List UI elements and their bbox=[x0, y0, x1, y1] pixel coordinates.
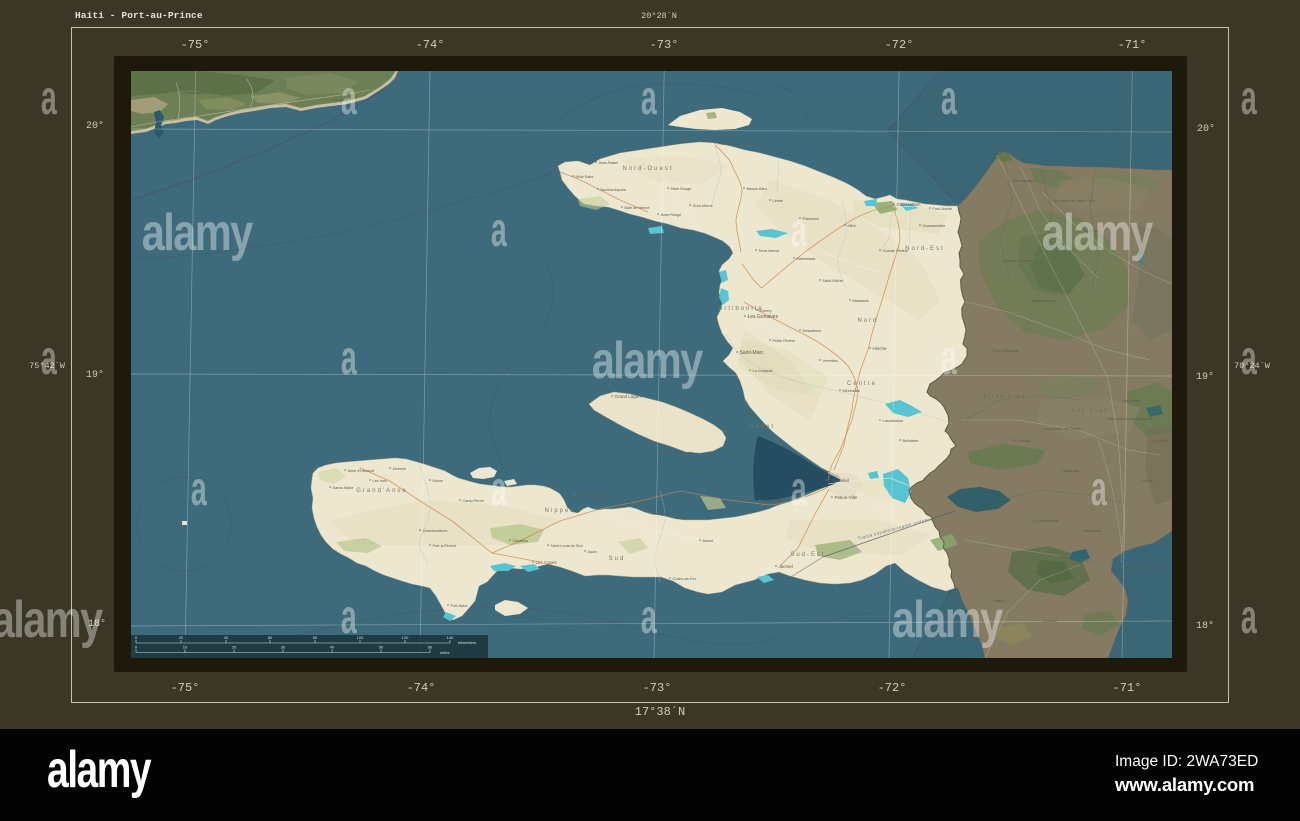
svg-text:Lascahobas: Lascahobas bbox=[883, 419, 904, 423]
svg-text:Los Rios: Los Rios bbox=[1153, 439, 1168, 443]
svg-text:miles: miles bbox=[440, 650, 449, 655]
svg-text:Santa Cruz de Barahona: Santa Cruz de Barahona bbox=[1125, 564, 1170, 569]
svg-text:Neiba: Neiba bbox=[1143, 479, 1154, 483]
svg-text:Dame-Marie: Dame-Marie bbox=[333, 486, 354, 490]
svg-text:La Chapelle: La Chapelle bbox=[753, 369, 773, 373]
svg-text:Belladere: Belladere bbox=[903, 439, 919, 443]
svg-text:Las Matas: Las Matas bbox=[1123, 399, 1141, 403]
svg-text:Anse Rouge: Anse Rouge bbox=[661, 213, 682, 217]
svg-text:120: 120 bbox=[402, 635, 409, 640]
svg-text:Jacmel: Jacmel bbox=[779, 564, 793, 569]
svg-text:Marmelade: Marmelade bbox=[797, 257, 816, 261]
svg-text:Bassin-Bleu: Bassin-Bleu bbox=[747, 187, 767, 191]
svg-text:Juancho: Juancho bbox=[1043, 619, 1057, 623]
svg-text:Cap-Haïtien: Cap-Haïtien bbox=[897, 202, 922, 207]
svg-text:Côtes-de-Fer: Côtes-de-Fer bbox=[673, 576, 697, 581]
svg-text:Les Irois: Les Irois bbox=[373, 479, 387, 483]
svg-text:10: 10 bbox=[183, 645, 188, 650]
svg-text:Gros-Morne: Gros-Morne bbox=[693, 204, 713, 208]
svg-text:Saint-Marc: Saint-Marc bbox=[740, 350, 765, 356]
svg-text:Léogâne: Léogâne bbox=[763, 498, 781, 503]
svg-text:La Descubierta: La Descubierta bbox=[1033, 519, 1059, 523]
svg-text:Port-à-Piment: Port-à-Piment bbox=[433, 544, 457, 548]
svg-text:Sud: Sud bbox=[609, 556, 626, 562]
svg-text:San Juan: San Juan bbox=[1071, 408, 1108, 414]
svg-text:Pointe-à-Raquette: Pointe-à-Raquette bbox=[661, 450, 694, 455]
svg-text:Anse d'Hainault: Anse d'Hainault bbox=[348, 469, 375, 473]
svg-text:kilometers: kilometers bbox=[458, 640, 476, 645]
svg-text:Les Gonaives: Les Gonaives bbox=[748, 314, 779, 320]
svg-text:Vallejuelo: Vallejuelo bbox=[1063, 469, 1079, 473]
svg-text:Nord-Est: Nord-Est bbox=[905, 246, 945, 252]
svg-text:Port-de-Paix: Port-de-Paix bbox=[718, 141, 744, 146]
svg-text:Aquin: Aquin bbox=[588, 550, 597, 554]
svg-text:Saint-Louis du Sud: Saint-Louis du Sud bbox=[551, 544, 583, 548]
svg-text:Mirebalais: Mirebalais bbox=[843, 389, 860, 393]
svg-text:Las Matas de Santa Cruz: Las Matas de Santa Cruz bbox=[1053, 199, 1096, 203]
svg-text:140: 140 bbox=[447, 635, 454, 640]
svg-text:Baie de Henne: Baie de Henne bbox=[625, 206, 650, 210]
svg-text:Hinche: Hinche bbox=[873, 346, 888, 351]
svg-text:Centre: Centre bbox=[847, 381, 877, 387]
svg-text:Saint-Michel: Saint-Michel bbox=[823, 279, 844, 283]
svg-text:Nord: Nord bbox=[857, 318, 878, 324]
svg-text:50: 50 bbox=[379, 645, 384, 650]
svg-text:El Cercado: El Cercado bbox=[1013, 439, 1032, 443]
svg-text:Verrettes: Verrettes bbox=[823, 359, 838, 363]
svg-text:Moron: Moron bbox=[433, 479, 444, 483]
svg-text:Terre-Neuve: Terre-Neuve bbox=[759, 249, 780, 253]
svg-text:Villa Vasquez: Villa Vasquez bbox=[1013, 179, 1036, 183]
svg-text:40: 40 bbox=[224, 635, 229, 640]
svg-text:Les Cayes: Les Cayes bbox=[536, 560, 558, 565]
svg-text:Maissade: Maissade bbox=[853, 299, 869, 303]
svg-text:40: 40 bbox=[330, 645, 335, 650]
svg-text:Jean-Rabel: Jean-Rabel bbox=[599, 161, 619, 165]
svg-text:Nord-Ouest: Nord-Ouest bbox=[622, 166, 673, 172]
svg-text:100: 100 bbox=[357, 635, 364, 640]
svg-text:Artibonite: Artibonite bbox=[718, 306, 763, 312]
svg-text:Dessalines: Dessalines bbox=[803, 329, 822, 333]
svg-text:Cité Soleil: Cité Soleil bbox=[829, 478, 849, 483]
svg-text:Restauracion: Restauracion bbox=[1033, 299, 1055, 303]
svg-text:Petite Rivière: Petite Rivière bbox=[773, 339, 796, 343]
svg-text:Guantánamo: Guantánamo bbox=[183, 90, 207, 95]
svg-text:Môle Saint: Môle Saint bbox=[576, 175, 595, 179]
svg-text:Petit-Trou de Nippes: Petit-Trou de Nippes bbox=[578, 494, 613, 498]
svg-text:Bombardopolis: Bombardopolis bbox=[601, 188, 626, 192]
svg-text:Fort-Liberté: Fort-Liberté bbox=[933, 207, 953, 211]
svg-text:Grande Rivière: Grande Rivière bbox=[883, 249, 909, 253]
svg-text:Ennery: Ennery bbox=[760, 309, 772, 313]
svg-text:Ouanaminthe: Ouanaminthe bbox=[923, 224, 946, 228]
svg-text:Cavaillon: Cavaillon bbox=[513, 539, 529, 543]
svg-text:Grand'Anse: Grand'Anse bbox=[356, 488, 408, 494]
svg-text:60: 60 bbox=[268, 635, 273, 640]
svg-text:San Juan de la Maguana: San Juan de la Maguana bbox=[1108, 416, 1153, 421]
svg-text:Nippes: Nippes bbox=[545, 508, 576, 514]
svg-text:20: 20 bbox=[232, 645, 237, 650]
svg-text:Loma de Cabrera: Loma de Cabrera bbox=[1003, 259, 1033, 263]
svg-text:20: 20 bbox=[179, 635, 184, 640]
svg-text:80: 80 bbox=[313, 635, 318, 640]
svg-text:Mare Rouge: Mare Rouge bbox=[671, 187, 692, 191]
svg-text:60: 60 bbox=[428, 645, 433, 650]
svg-text:Baoruco: Baoruco bbox=[1062, 558, 1095, 564]
svg-text:Villarpando: Villarpando bbox=[1083, 529, 1102, 533]
svg-text:Port-Salut: Port-Salut bbox=[451, 604, 469, 608]
svg-text:Limbé: Limbé bbox=[773, 199, 783, 203]
svg-text:Ouest: Ouest bbox=[749, 424, 775, 430]
svg-text:Las Matas de Farfán: Las Matas de Farfán bbox=[1045, 426, 1082, 431]
svg-text:Miragoane: Miragoane bbox=[653, 511, 673, 516]
svg-text:Camp-Perrin: Camp-Perrin bbox=[463, 499, 485, 503]
svg-text:Bainet: Bainet bbox=[703, 539, 715, 543]
svg-text:Chardonnières: Chardonnières bbox=[423, 529, 448, 533]
svg-text:Jérémie: Jérémie bbox=[393, 467, 407, 471]
svg-text:Grand Lagon: Grand Lagon bbox=[615, 394, 642, 399]
svg-text:Elías Piña: Elías Piña bbox=[984, 394, 1027, 400]
svg-text:Pétion-Ville: Pétion-Ville bbox=[835, 495, 858, 500]
svg-text:Pedro Santana: Pedro Santana bbox=[993, 349, 1019, 353]
svg-text:Sud-Est: Sud-Est bbox=[790, 552, 825, 558]
svg-text:30: 30 bbox=[281, 645, 286, 650]
svg-text:Milot: Milot bbox=[848, 224, 857, 228]
